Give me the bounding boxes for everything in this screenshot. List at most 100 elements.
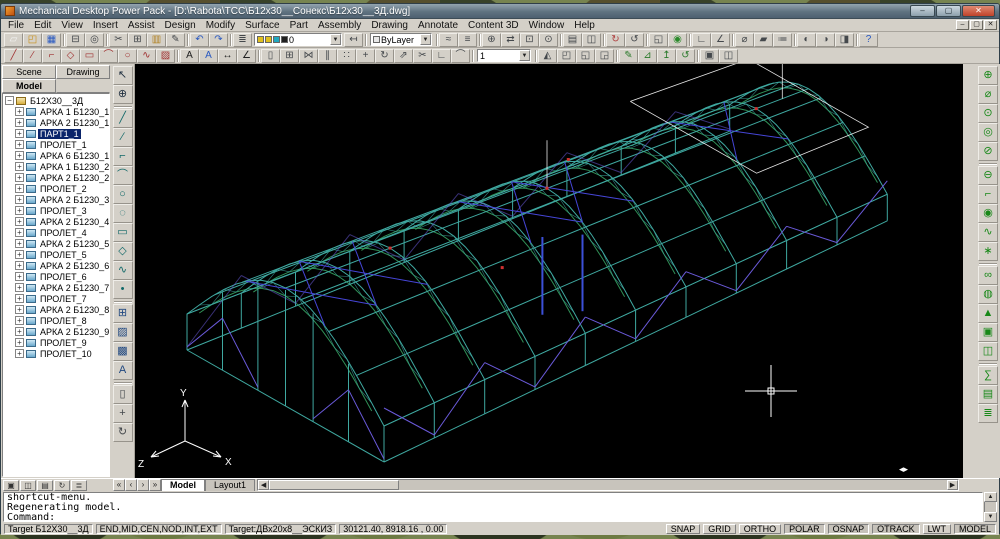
menu-part[interactable]: Part [285, 20, 313, 31]
expand-icon[interactable]: + [15, 129, 24, 138]
hatch-button[interactable]: ▨ [113, 323, 133, 342]
chains-button[interactable]: ∞ [978, 266, 998, 285]
top-view-button[interactable]: ◱ [576, 49, 595, 63]
region-button[interactable]: ▩ [113, 342, 133, 361]
mirror-button[interactable]: ⋈ [299, 49, 318, 63]
menu-surface[interactable]: Surface [240, 20, 284, 31]
library-button[interactable]: ▣ [978, 323, 998, 342]
move-button[interactable]: + [356, 49, 375, 63]
tree-item[interactable]: +ПРОЛЕТ_1 [3, 139, 109, 150]
dropdown-arrow-icon[interactable]: ▼ [519, 50, 530, 61]
erase-button[interactable]: ▯ [261, 49, 280, 63]
layers-button[interactable]: ≣ [233, 33, 252, 47]
update-browser-button[interactable]: ↻ [54, 480, 70, 491]
ucs-dialog-button[interactable]: ∠ [711, 33, 730, 47]
tree-item[interactable]: +АРКА 2 Б1230_4 [3, 216, 109, 227]
expand-icon[interactable]: + [15, 195, 24, 204]
tree-item[interactable]: +АРКА 2 Б1230_1 [3, 117, 109, 128]
screw-connection-button[interactable]: ⊕ [978, 66, 998, 85]
scrollbar-thumb[interactable] [269, 480, 399, 490]
expand-icon[interactable]: + [15, 261, 24, 270]
tree-item[interactable]: +АРКА 2 Б1230_8 [3, 304, 109, 315]
distance-button[interactable]: ⌀ [735, 33, 754, 47]
washers-button[interactable]: ◎ [978, 123, 998, 142]
scroll-left-icon[interactable]: ◀ [258, 480, 269, 490]
menu-insert[interactable]: Insert [88, 20, 123, 31]
toggle-otrack[interactable]: OTRACK [872, 524, 920, 534]
cams-button[interactable]: ◍ [978, 285, 998, 304]
line-button[interactable]: ╱ [4, 49, 23, 63]
toggle-osnap[interactable]: OSNAP [828, 524, 870, 534]
menu-file[interactable]: File [3, 20, 29, 31]
scrollbar-track[interactable] [399, 480, 947, 490]
horizontal-scrollbar[interactable]: ◀ ▶ [257, 479, 959, 491]
assembly-mode-button[interactable]: ▣ [3, 480, 19, 491]
tree-item[interactable]: +ПРОЛЕТ_5 [3, 249, 109, 260]
polyline-button[interactable]: ⌐ [42, 49, 61, 63]
dropdown-arrow-icon[interactable]: ▼ [330, 34, 341, 45]
assembly-browser-button[interactable]: ◫ [719, 49, 738, 63]
select-button[interactable]: ↖ [113, 66, 133, 85]
expand-icon[interactable]: + [15, 151, 24, 160]
undo-button[interactable]: ↶ [190, 33, 209, 47]
tree-item[interactable]: +ПРОЛЕТ_7 [3, 293, 109, 304]
maximize-button[interactable]: ▢ [936, 5, 961, 17]
polygon-button[interactable]: ◇ [113, 242, 133, 261]
expand-icon[interactable]: + [15, 206, 24, 215]
expand-icon[interactable]: + [15, 162, 24, 171]
profile-button[interactable]: ⊿ [638, 49, 657, 63]
redraw-button[interactable]: ↻ [606, 33, 625, 47]
lineweight-button[interactable]: ≡ [458, 33, 477, 47]
zoom-previous-button[interactable]: ⊙ [539, 33, 558, 47]
tree-item[interactable]: +АРКА 2 Б1230_3 [3, 194, 109, 205]
catalog-button[interactable]: ◫ [978, 342, 998, 361]
collapse-icon[interactable]: − [5, 96, 14, 105]
sketch-button[interactable]: ✎ [619, 49, 638, 63]
move-button[interactable]: + [113, 404, 133, 423]
tab-scene[interactable]: Scene [2, 65, 56, 79]
prev-layout-icon[interactable]: ‹ [125, 479, 137, 491]
tab-layout1[interactable]: Layout1 [205, 479, 255, 491]
circle-button[interactable]: ○ [118, 49, 137, 63]
tree-item[interactable]: +ПРОЛЕТ_4 [3, 227, 109, 238]
part-catalog-button[interactable]: ▣ [700, 49, 719, 63]
bearings-button[interactable]: ◉ [978, 204, 998, 223]
tree-item[interactable]: +ПРОЛЕТ_8 [3, 315, 109, 326]
menu-drawing[interactable]: Drawing [366, 20, 413, 31]
expand-icon[interactable]: + [15, 305, 24, 314]
chamfer-button[interactable]: ∟ [432, 49, 451, 63]
holes-button[interactable]: ⊘ [978, 142, 998, 161]
copy-button[interactable]: ⊞ [128, 33, 147, 47]
layer-previous-button[interactable]: ↤ [344, 33, 363, 47]
3d-orbit-button[interactable]: ◉ [668, 33, 687, 47]
3d-views-button[interactable]: ◭ [538, 49, 557, 63]
tree-item[interactable]: +АРКА 2 Б1230_6 [3, 260, 109, 271]
drawing-canvas[interactable]: YXZ◂▸ [135, 64, 963, 478]
expand-icon[interactable]: + [15, 283, 24, 292]
ucs-button[interactable]: ∟ [692, 33, 711, 47]
dropdown-arrow-icon[interactable]: ▼ [420, 34, 431, 45]
menu-view[interactable]: View [56, 20, 88, 31]
expand-icon[interactable]: + [15, 107, 24, 116]
linetype-button[interactable]: ≈ [439, 33, 458, 47]
child-restore-button[interactable]: ▢ [970, 20, 983, 30]
regen-button[interactable]: ↺ [625, 33, 644, 47]
render-button[interactable]: ◨ [835, 33, 854, 47]
fillet-button[interactable]: ⌒ [451, 49, 470, 63]
named-views-button[interactable]: ◱ [649, 33, 668, 47]
pan-button[interactable]: ⇄ [501, 33, 520, 47]
rotate-button[interactable]: ↻ [375, 49, 394, 63]
tree-item[interactable]: +АРКА 6 Б1230_1 [3, 150, 109, 161]
tree-item[interactable]: −Б12Х30__3Д [3, 95, 109, 106]
help-button[interactable]: ? [859, 33, 878, 47]
tab-model[interactable]: Model [2, 79, 56, 93]
expand-icon[interactable]: + [15, 228, 24, 237]
close-button[interactable]: ✕ [962, 5, 995, 17]
trim-button[interactable]: ✂ [413, 49, 432, 63]
expand-icon[interactable]: + [15, 316, 24, 325]
steel-shapes-button[interactable]: ⌐ [978, 185, 998, 204]
tree-item[interactable]: +АРКА 2 Б1230_7 [3, 282, 109, 293]
expand-icon[interactable]: + [15, 184, 24, 193]
rectangle-button[interactable]: ▭ [80, 49, 99, 63]
zoom-window-button[interactable]: ⊡ [520, 33, 539, 47]
